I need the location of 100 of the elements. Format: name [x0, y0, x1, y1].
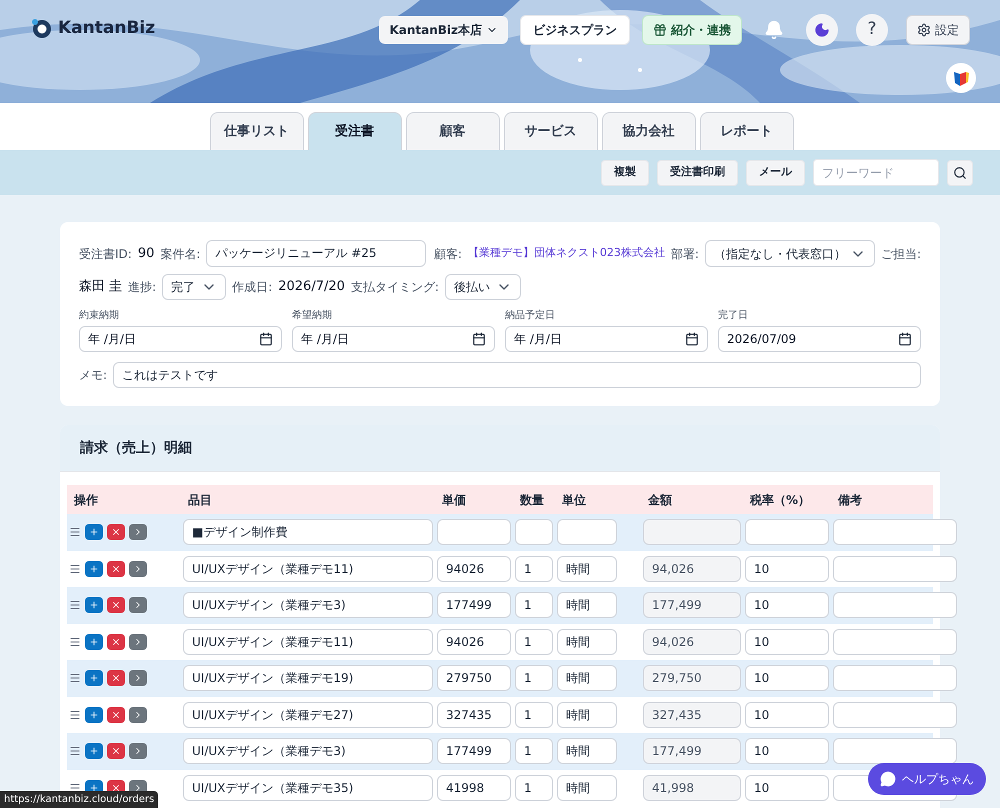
tax-rate-field[interactable]: 10: [745, 592, 829, 618]
field-value: 森田 圭: [79, 278, 122, 296]
unit-field[interactable]: 時間: [557, 738, 617, 764]
date-field[interactable]: 年 /月/日: [292, 326, 495, 352]
quantity-field[interactable]: 1: [515, 702, 553, 728]
help-chat-popup[interactable]: ヘルプちゃん: [868, 763, 986, 795]
price-field[interactable]: 94026: [437, 556, 511, 582]
drag-handle-icon[interactable]: [69, 708, 81, 721]
plan-button[interactable]: ビジネスプラン: [520, 15, 630, 45]
chat-icon: [880, 771, 896, 787]
unit-field[interactable]: 時間: [557, 665, 617, 692]
plus-icon: [89, 600, 99, 610]
column-header: 単価: [442, 492, 467, 508]
store-dropdown[interactable]: KantanBiz本店: [379, 16, 508, 44]
item-field[interactable]: UI/UXデザイン（業種デモ3): [183, 738, 433, 764]
referral-button[interactable]: 紹介・連携: [642, 15, 742, 45]
unit-field[interactable]: 時間: [557, 556, 617, 582]
quantity-field[interactable]: 1: [515, 628, 553, 655]
item-field[interactable]: UI/UXデザイン（業種デモ35): [183, 774, 433, 801]
toolbar-button[interactable]: 複製: [601, 160, 649, 186]
toolbar-button[interactable]: メール: [746, 160, 805, 186]
nav-tab[interactable]: 顧客: [406, 112, 500, 150]
drag-handle-icon[interactable]: [69, 526, 81, 538]
tax-rate-field[interactable]: 10: [745, 665, 829, 692]
plus-icon: [89, 636, 99, 647]
quantity-field[interactable]: 1: [515, 556, 553, 582]
note-field[interactable]: [833, 628, 957, 655]
amount-field: 94,026: [643, 556, 741, 582]
unit-field[interactable]: 時間: [557, 702, 617, 728]
note-field[interactable]: [833, 592, 957, 618]
unit-field[interactable]: 時間: [557, 628, 617, 655]
drag-handle-icon[interactable]: [69, 745, 81, 758]
price-field[interactable]: [437, 519, 511, 546]
note-field[interactable]: [833, 702, 957, 728]
tax-rate-field[interactable]: 10: [745, 628, 829, 655]
item-field[interactable]: UI/UXデザイン（業種デモ27): [183, 702, 433, 728]
quantity-field[interactable]: 1: [515, 774, 553, 801]
search-button[interactable]: [947, 160, 973, 186]
nav-tab[interactable]: 受注書: [308, 112, 402, 150]
tax-rate-field[interactable]: 10: [745, 702, 829, 728]
price-field[interactable]: 94026: [437, 628, 511, 655]
gift-icon: [653, 23, 667, 37]
item-field[interactable]: UI/UXデザイン（業種デモ11): [183, 628, 433, 655]
memo-field[interactable]: これはテストです: [113, 362, 921, 388]
field-label: 部署:: [670, 246, 699, 262]
unit-field[interactable]: [557, 519, 617, 546]
price-field[interactable]: 177499: [437, 592, 511, 618]
close-icon: [111, 527, 121, 538]
drag-handle-icon[interactable]: [69, 562, 81, 575]
tax-rate-field[interactable]: [745, 519, 829, 546]
price-field[interactable]: 177499: [437, 738, 511, 764]
progress-select[interactable]: 完了: [162, 274, 226, 300]
unit-field[interactable]: 時間: [557, 774, 617, 801]
field-value: 90: [138, 244, 154, 263]
app-icon[interactable]: [946, 63, 976, 93]
date-field[interactable]: 年 /月/日: [79, 326, 282, 352]
case-name-field[interactable]: パッケージリニューアル #25: [206, 240, 426, 267]
column-header: 品目: [188, 492, 213, 508]
quantity-field[interactable]: 1: [515, 665, 553, 692]
search-field[interactable]: フリーワード: [813, 159, 939, 186]
tax-rate-field[interactable]: 10: [745, 774, 829, 801]
field-label: メモ:: [79, 367, 108, 384]
price-field[interactable]: 327435: [437, 702, 511, 728]
nav-tab[interactable]: 仕事リスト: [210, 112, 304, 150]
item-field[interactable]: UI/UXデザイン（業種デモ3): [183, 592, 433, 618]
quantity-field[interactable]: [515, 519, 553, 546]
quantity-field[interactable]: 1: [515, 592, 553, 618]
close-icon: [111, 710, 121, 720]
nav-tab[interactable]: 協力会社: [602, 112, 696, 150]
drag-handle-icon[interactable]: [69, 672, 81, 684]
nav-tab[interactable]: レポート: [700, 112, 794, 150]
drag-handle-icon[interactable]: [69, 599, 81, 612]
note-field[interactable]: [833, 665, 957, 692]
notification-icon[interactable]: [764, 20, 784, 40]
note-field[interactable]: [833, 738, 957, 764]
note-field[interactable]: [833, 556, 957, 582]
nav-tab[interactable]: サービス: [504, 112, 598, 150]
note-field[interactable]: [833, 519, 957, 546]
department-select[interactable]: （指定なし・代表窓口）: [704, 240, 875, 267]
toolbar-button[interactable]: 受注書印刷: [657, 160, 738, 186]
column-header: 備考: [838, 492, 863, 508]
date-field[interactable]: 年 /月/日: [505, 326, 708, 352]
drag-handle-icon[interactable]: [69, 636, 81, 648]
close-icon: [111, 746, 121, 756]
tax-rate-field[interactable]: 10: [745, 556, 829, 582]
item-field[interactable]: UI/UXデザイン（業種デモ19): [183, 665, 433, 692]
item-field[interactable]: UI/UXデザイン（業種デモ11): [183, 556, 433, 582]
field-label: 受注書ID:: [79, 246, 132, 262]
settings-button[interactable]: 設定: [906, 15, 970, 45]
unit-field[interactable]: 時間: [557, 592, 617, 618]
item-field[interactable]: ■デザイン制作費: [183, 519, 433, 546]
customer-link[interactable]: 【業種デモ】団体ネクスト023株式会社: [468, 245, 665, 262]
quantity-field[interactable]: 1: [515, 738, 553, 764]
column-header: 数量: [520, 492, 545, 508]
price-field[interactable]: 279750: [437, 665, 511, 692]
amount-field: 327,435: [643, 702, 741, 728]
price-field[interactable]: 41998: [437, 774, 511, 801]
tax-rate-field[interactable]: 10: [745, 738, 829, 764]
date-field[interactable]: 2026/07/09: [718, 326, 921, 352]
payment-select[interactable]: 後払い: [444, 274, 521, 300]
